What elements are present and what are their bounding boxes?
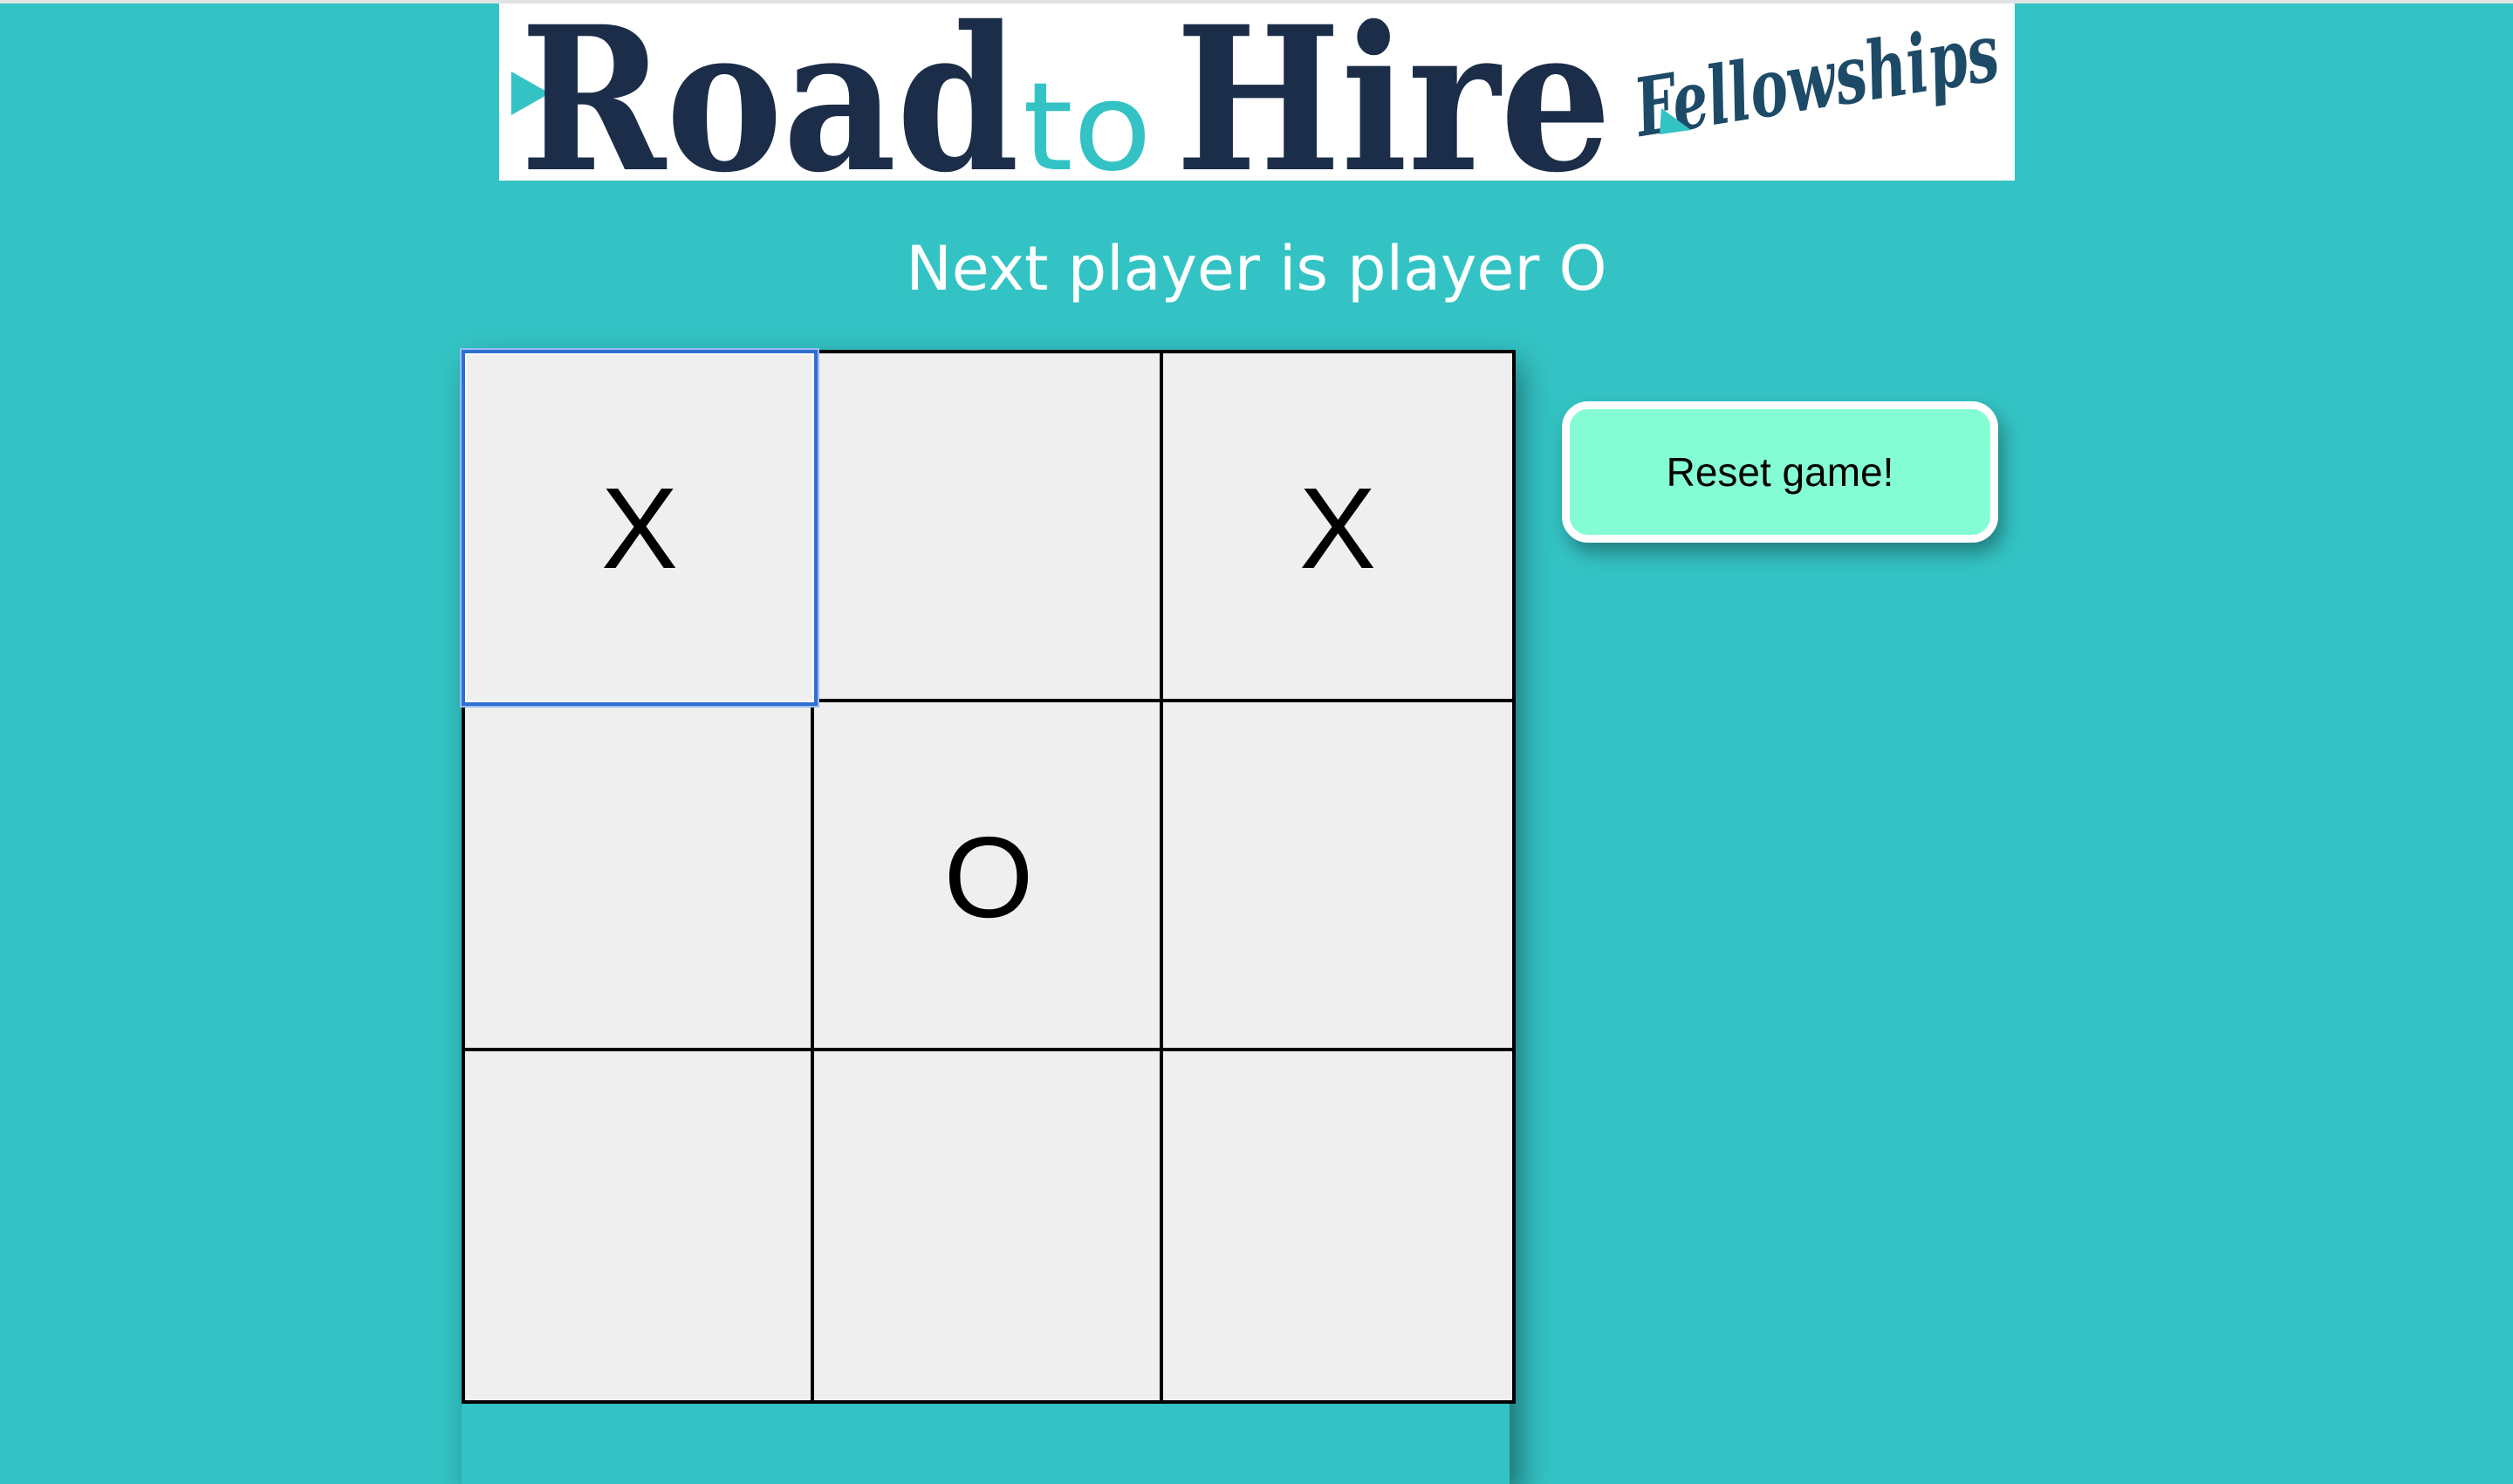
board-cell-2[interactable] bbox=[811, 350, 1167, 706]
logo-to-text: to bbox=[1023, 57, 1152, 181]
tic-tac-toe-board: X X O bbox=[462, 350, 1516, 1484]
board-cell-7[interactable] bbox=[462, 1048, 818, 1404]
board-cell-4[interactable] bbox=[462, 699, 818, 1055]
board-cell-9[interactable] bbox=[1160, 1048, 1516, 1404]
board-cell-1[interactable]: X bbox=[462, 350, 818, 706]
board-cell-3[interactable]: X bbox=[1160, 350, 1516, 706]
logo-hire-text: Hire bbox=[1175, 3, 1612, 181]
reset-game-button[interactable]: Reset game! bbox=[1562, 401, 1998, 543]
road-to-hire-logo: Road to Hire Fellowships bbox=[499, 3, 2015, 181]
board-cell-8[interactable] bbox=[811, 1048, 1167, 1404]
logo-artwork: Road to Hire Fellowships bbox=[511, 3, 2005, 181]
logo-fellowships-text: Fellowships bbox=[1626, 5, 2005, 156]
board-cell-6[interactable] bbox=[1160, 699, 1516, 1055]
logo-road-text: Road bbox=[520, 3, 1019, 181]
next-player-status: Next player is player O bbox=[906, 233, 1607, 304]
board-cell-5[interactable]: O bbox=[811, 699, 1167, 1055]
